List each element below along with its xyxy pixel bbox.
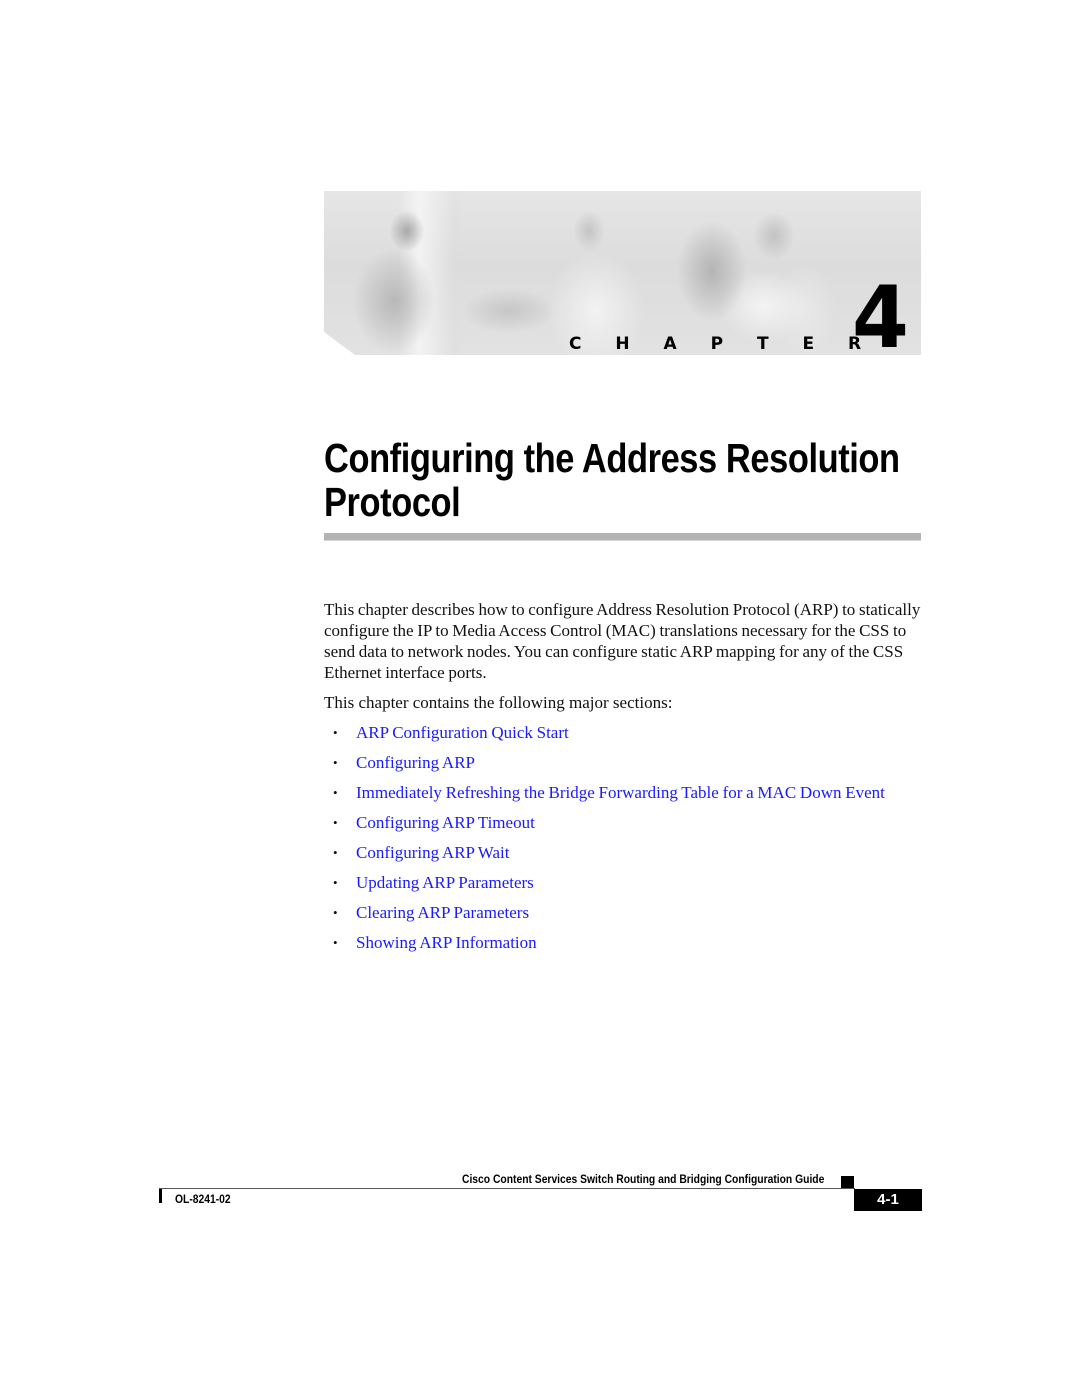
section-link-arp-quick-start[interactable]: ARP Configuration Quick Start <box>356 723 569 742</box>
page-title-line-1: Configuring the Address Resolution <box>324 435 900 481</box>
title-rule-divider <box>324 533 921 541</box>
section-list-item: • Configuring ARP Wait <box>324 842 934 872</box>
chapter-label: C H A P T E R <box>569 334 876 354</box>
chapter-banner: C H A P T E R 4 <box>324 191 921 355</box>
section-link-clearing-arp[interactable]: Clearing ARP Parameters <box>356 903 529 922</box>
bullet-icon: • <box>333 725 338 740</box>
section-link-arp-wait[interactable]: Configuring ARP Wait <box>356 843 509 862</box>
footer-rule-divider <box>159 1188 855 1189</box>
chapter-number: 4 <box>852 268 909 355</box>
page-title: Configuring the Address Resolution Proto… <box>324 436 900 525</box>
bullet-icon: • <box>333 935 338 950</box>
section-link-arp-timeout[interactable]: Configuring ARP Timeout <box>356 813 535 832</box>
intro-paragraph: This chapter describes how to configure … <box>324 600 921 682</box>
page-title-line-2: Protocol <box>324 479 461 525</box>
bullet-icon: • <box>333 845 338 860</box>
section-list: • ARP Configuration Quick Start • Config… <box>324 722 934 962</box>
footer-doc-id: OL-8241-02 <box>175 1192 231 1206</box>
chapter-banner-photo <box>324 191 921 355</box>
footer-page-number: 4-1 <box>854 1189 922 1211</box>
section-link-updating-arp[interactable]: Updating ARP Parameters <box>356 873 534 892</box>
section-list-item: • Clearing ARP Parameters <box>324 902 934 932</box>
section-link-configuring-arp[interactable]: Configuring ARP <box>356 753 475 772</box>
section-list-item: • Configuring ARP <box>324 752 934 782</box>
bullet-icon: • <box>333 905 338 920</box>
bullet-icon: • <box>333 815 338 830</box>
footer-guide-title: Cisco Content Services Switch Routing an… <box>461 1172 824 1186</box>
section-list-item: • Immediately Refreshing the Bridge Forw… <box>324 782 934 812</box>
section-link-refreshing-bridge-table[interactable]: Immediately Refreshing the Bridge Forwar… <box>356 783 885 802</box>
section-list-item: • Configuring ARP Timeout <box>324 812 934 842</box>
bullet-icon: • <box>333 755 338 770</box>
section-link-showing-arp[interactable]: Showing ARP Information <box>356 933 537 952</box>
section-list-item: • Updating ARP Parameters <box>324 872 934 902</box>
bullet-icon: • <box>333 875 338 890</box>
footer-left-bar <box>159 1189 162 1203</box>
section-list-item: • ARP Configuration Quick Start <box>324 722 934 752</box>
section-list-item: • Showing ARP Information <box>324 932 934 962</box>
sections-lead-paragraph: This chapter contains the following majo… <box>324 693 673 712</box>
bullet-icon: • <box>333 785 338 800</box>
